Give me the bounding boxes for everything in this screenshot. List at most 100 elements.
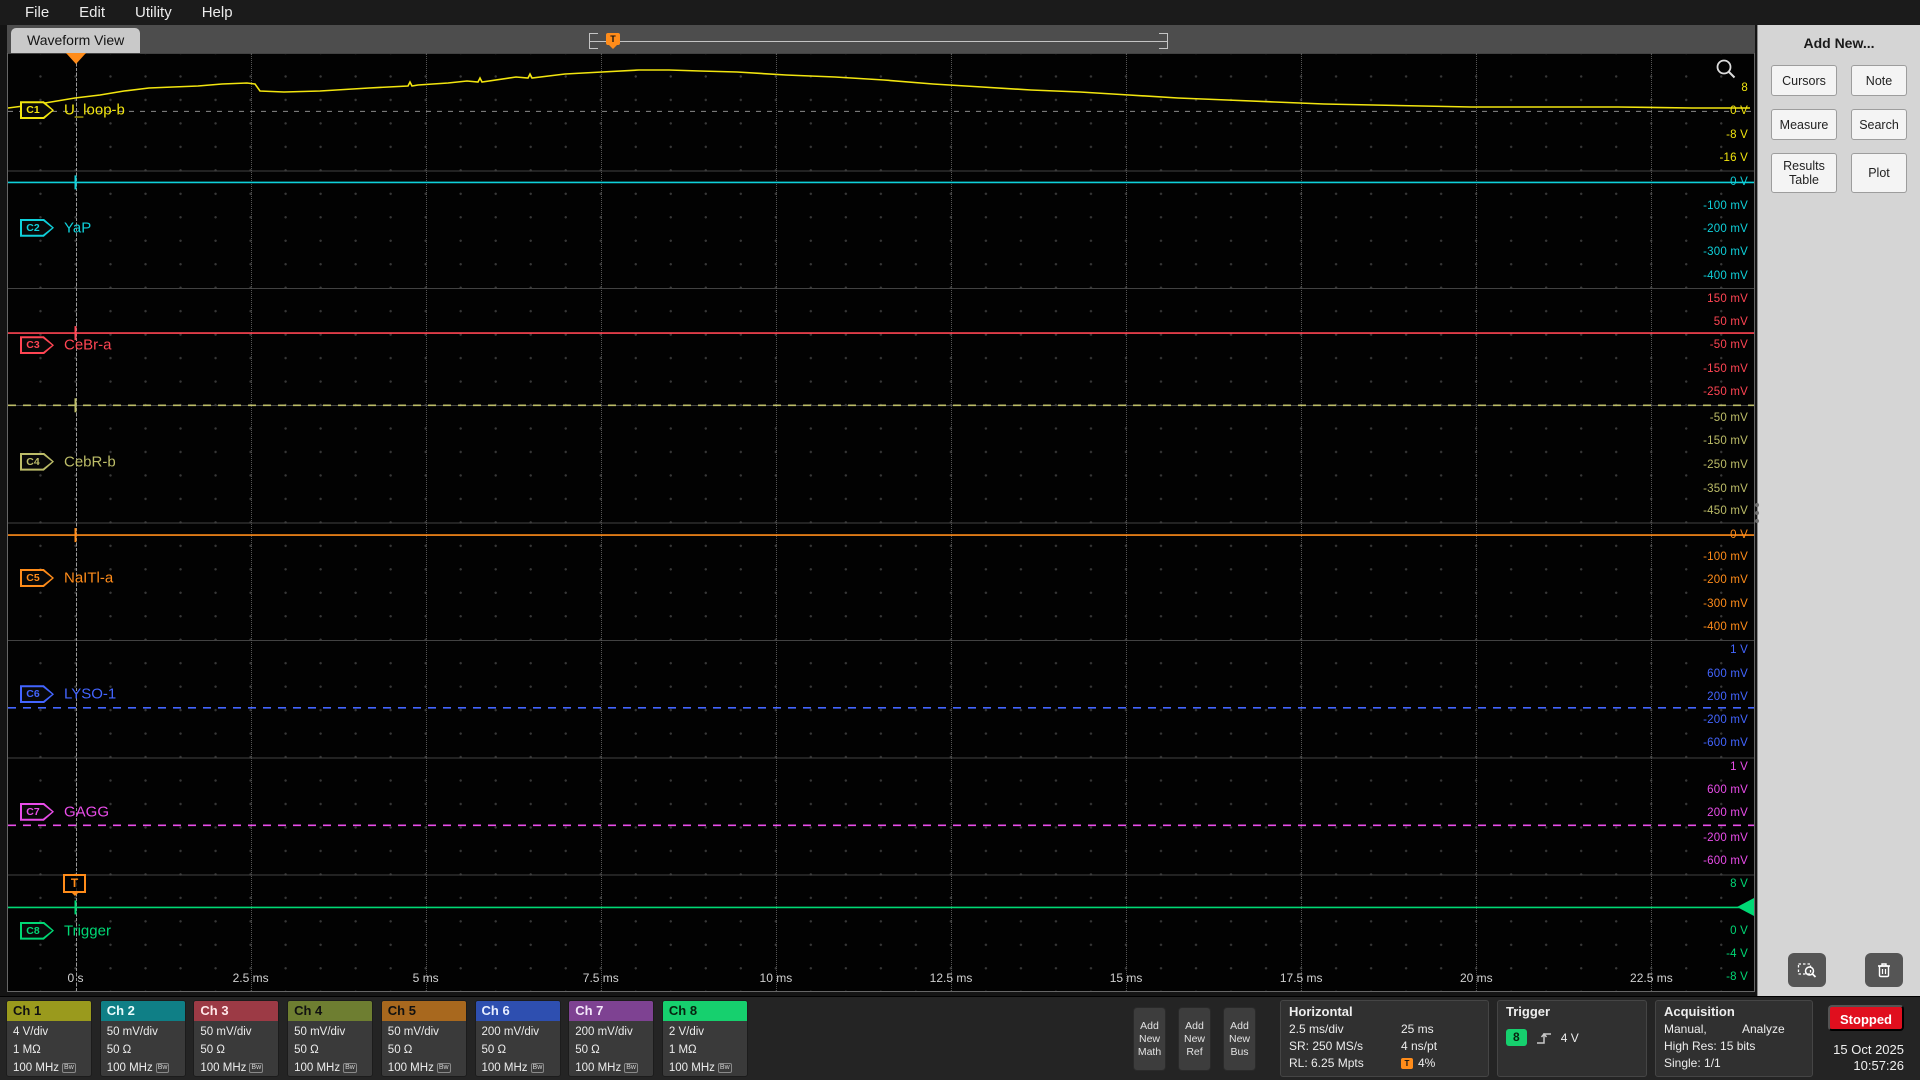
add-measure-button[interactable]: Measure xyxy=(1771,109,1837,140)
channel-name-label: NaITl-a xyxy=(64,569,114,587)
channel-scale-value: 50 mV/div xyxy=(106,1026,158,1038)
channel-badge-c8[interactable]: C8 xyxy=(20,921,54,940)
add-new-ref-button[interactable]: Add New Ref xyxy=(1178,1007,1211,1071)
acquisition-badge[interactable]: Acquisition Manual, Analyze High Res: 15… xyxy=(1655,1000,1813,1077)
voltage-scale-label: -100 mV xyxy=(1703,199,1748,212)
add-new-bus-button[interactable]: Add New Bus xyxy=(1223,1007,1256,1071)
trigger-source-badge[interactable]: 8 xyxy=(1506,1029,1527,1046)
trigger-indicator-box[interactable]: T xyxy=(63,874,86,893)
channel-badge-c7[interactable]: C7 xyxy=(20,802,54,821)
voltage-scale-label: 200 mV xyxy=(1707,690,1748,703)
date-label: 15 Oct 2025 xyxy=(1833,1042,1904,1057)
trigger-title: Trigger xyxy=(1506,1004,1551,1019)
voltage-scale-label: -600 mV xyxy=(1703,737,1748,750)
bandwidth-limit-icon: Bw xyxy=(155,1063,170,1073)
waveform-view-area[interactable]: T 0 s 2.5 ms 5 ms 7.5 ms 10 ms 12.5 ms 15 ms 17… xyxy=(7,53,1755,992)
channel-settings-badge-6[interactable]: Ch 6 200 mV/div 50 Ω 100 MHz Bw xyxy=(474,1000,561,1077)
bandwidth-limit-icon: Bw xyxy=(343,1063,357,1073)
channel-settings-body: 2 V/div 1 MΩ 100 MHz Bw xyxy=(663,1021,747,1076)
trigger-position-percent: 4% xyxy=(1418,1056,1436,1070)
channel-settings-badge-7[interactable]: Ch 7 200 mV/div 50 Ω 100 MHz Bw xyxy=(568,1000,655,1077)
horizontal-badge[interactable]: Horizontal 2.5 ms/div 25 ms SR: 250 MS/s… xyxy=(1280,1000,1489,1077)
channel-bandwidth-value: 100 MHz Bw xyxy=(13,1062,76,1074)
voltage-scale-label: 1 V xyxy=(1730,644,1748,657)
channel-settings-header: Ch 1 xyxy=(7,1001,91,1021)
channel-termination-value: 1 MΩ xyxy=(668,1044,697,1056)
add-plot-button[interactable]: Plot xyxy=(1851,153,1907,193)
channel-settings-header: Ch 2 xyxy=(100,1001,185,1021)
time-label: 10:57:26 xyxy=(1853,1058,1904,1073)
menu-edit[interactable]: Edit xyxy=(64,4,120,21)
channel-name-label: CeBr-a xyxy=(64,336,112,354)
tab-waveform-view[interactable]: Waveform View xyxy=(11,28,141,53)
add-new-panel: Add New... Cursors Note Measure Search R… xyxy=(1755,25,1920,996)
acquisition-mode: Manual, xyxy=(1664,1022,1707,1036)
add-note-button[interactable]: Note xyxy=(1851,65,1907,96)
voltage-scale-label: -150 mV xyxy=(1703,434,1748,447)
channel-bandwidth-value: 100 MHz Bw xyxy=(481,1062,545,1074)
channel-bandwidth-value: 100 MHz Bw xyxy=(387,1062,451,1074)
channel-settings-body: 4 V/div 1 MΩ 100 MHz Bw xyxy=(7,1021,91,1076)
time-axis-label: 22.5 ms xyxy=(1630,971,1673,985)
trigger-level-arrow[interactable] xyxy=(1737,898,1754,916)
channel-scale-value: 50 mV/div xyxy=(200,1026,252,1038)
record-view-slider[interactable]: T xyxy=(589,33,1168,49)
bandwidth-limit-icon: Bw xyxy=(62,1063,76,1073)
horizontal-title: Horizontal xyxy=(1289,1004,1353,1019)
voltage-scale-label: -300 mV xyxy=(1703,597,1748,610)
voltage-scale-label: -200 mV xyxy=(1703,714,1748,726)
add-cursors-button[interactable]: Cursors xyxy=(1771,65,1837,96)
add-results-table-button[interactable]: Results Table xyxy=(1771,153,1837,193)
panel-splitter-handle[interactable] xyxy=(1755,503,1759,507)
channel-badge-c4[interactable]: C4 xyxy=(20,452,54,471)
trigger-badge[interactable]: Trigger 8 4 V xyxy=(1497,1000,1647,1077)
zoom-area-button[interactable] xyxy=(1788,953,1826,987)
acquisition-title: Acquisition xyxy=(1664,1004,1735,1019)
time-axis-label: 7.5 ms xyxy=(582,971,619,985)
voltage-scale-label: -8 V xyxy=(1726,971,1748,984)
channel-settings-body: 50 mV/div 50 Ω 100 MHz Bw xyxy=(288,1021,372,1076)
channel-scale-value: 4 V/div xyxy=(13,1026,49,1038)
record-view-left-bracket[interactable] xyxy=(589,33,598,49)
record-view-right-bracket[interactable] xyxy=(1159,33,1168,49)
bandwidth-limit-icon: Bw xyxy=(249,1063,264,1073)
channel-settings-badge-1[interactable]: Ch 1 4 V/div 1 MΩ 100 MHz Bw xyxy=(6,1000,92,1077)
voltage-scale-label: 0 V xyxy=(1730,924,1748,937)
channel-settings-badge-5[interactable]: Ch 5 50 mV/div 50 Ω 100 MHz Bw xyxy=(380,1000,467,1077)
time-axis-label: 0 s xyxy=(67,971,84,985)
channel-badge-c6[interactable]: C6 xyxy=(20,685,54,704)
voltage-scale-label: 0 V xyxy=(1730,529,1748,542)
add-search-button[interactable]: Search xyxy=(1851,109,1907,140)
voltage-scale-label: -400 mV xyxy=(1703,269,1748,282)
time-axis-label: 5 ms xyxy=(412,971,439,985)
channel-trace xyxy=(8,69,1750,109)
channel-termination-value: 50 Ω xyxy=(481,1044,507,1056)
voltage-scale-label: -250 mV xyxy=(1703,385,1748,398)
channel-scale-value: 2 V/div xyxy=(668,1026,705,1038)
menu-file[interactable]: File xyxy=(10,4,64,21)
zoom-magnifier-icon[interactable] xyxy=(1714,57,1738,86)
channel-name-label: YaP xyxy=(64,219,92,237)
add-new-math-button[interactable]: Add New Math xyxy=(1133,1007,1166,1071)
channel-badge-c2[interactable]: C2 xyxy=(20,218,54,237)
acquisition-single: Single: 1/1 xyxy=(1664,1056,1721,1070)
time-axis-label: 15 ms xyxy=(1109,971,1143,985)
channel-badge-c3[interactable]: C3 xyxy=(20,336,54,355)
channel-settings-badge-4[interactable]: Ch 4 50 mV/div 50 Ω 100 MHz Bw xyxy=(287,1000,374,1077)
channel-settings-badge-8[interactable]: Ch 8 2 V/div 1 MΩ 100 MHz Bw xyxy=(661,1000,748,1077)
run-stop-button[interactable]: Stopped xyxy=(1828,1005,1904,1031)
horizontal-scale: 2.5 ms/div xyxy=(1289,1022,1344,1036)
bandwidth-limit-icon: Bw xyxy=(717,1063,732,1073)
bandwidth-limit-icon: Bw xyxy=(624,1063,638,1073)
channel-badge-c5[interactable]: C5 xyxy=(20,569,54,587)
trigger-flag-icon[interactable]: T xyxy=(606,33,620,45)
trash-button[interactable] xyxy=(1865,953,1903,987)
channel-badge-c1[interactable]: C1 xyxy=(20,101,54,120)
channel-settings-badge-2[interactable]: Ch 2 50 mV/div 50 Ω 100 MHz Bw xyxy=(99,1000,186,1077)
channel-name-label: LYSO-1 xyxy=(64,685,117,703)
channel-settings-badge-3[interactable]: Ch 3 50 mV/div 50 Ω 100 MHz Bw xyxy=(193,1000,280,1077)
voltage-scale-label: 8 xyxy=(1741,82,1748,95)
menu-help[interactable]: Help xyxy=(187,4,248,21)
trigger-position-marker[interactable] xyxy=(66,53,86,64)
menu-utility[interactable]: Utility xyxy=(120,4,187,21)
